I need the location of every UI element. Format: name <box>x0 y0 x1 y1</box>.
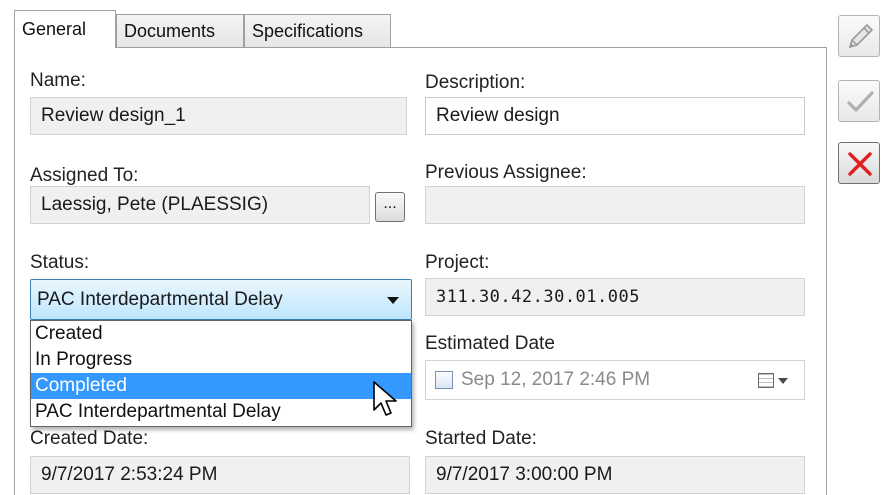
browse-assignee-button[interactable]: ... <box>375 192 405 222</box>
description-field[interactable]: Review design <box>425 97 805 135</box>
previous-assignee-label: Previous Assignee: <box>425 162 587 183</box>
red-x-icon <box>848 152 872 176</box>
edit-button[interactable] <box>838 15 880 57</box>
created-date-label: Created Date: <box>30 428 149 449</box>
assigned-to-label: Assigned To: <box>30 165 139 186</box>
calendar-dropdown-arrow-icon[interactable] <box>778 378 788 384</box>
started-date-label: Started Date: <box>425 428 537 449</box>
status-selected-value: PAC Interdepartmental Delay <box>37 289 283 310</box>
status-option-in-progress[interactable]: In Progress <box>31 347 411 373</box>
checkmark-icon <box>847 91 874 112</box>
confirm-button[interactable] <box>838 80 880 122</box>
started-date-field[interactable]: 9/7/2017 3:00:00 PM <box>425 456 805 494</box>
tab-general[interactable]: General <box>14 10 116 48</box>
previous-assignee-field[interactable] <box>425 186 805 224</box>
project-label: Project: <box>425 252 490 273</box>
description-label: Description: <box>425 72 526 93</box>
assigned-to-field[interactable]: Laessig, Pete (PLAESSIG) <box>30 186 370 224</box>
chevron-down-icon[interactable] <box>387 297 399 304</box>
tab-specifications[interactable]: Specifications <box>244 14 391 47</box>
status-option-pac-interdepartmental-delay[interactable]: PAC Interdepartmental Delay <box>31 399 411 425</box>
project-field[interactable]: 311.30.42.30.01.005 <box>425 278 805 316</box>
status-dropdown-list[interactable]: Created In Progress Completed PAC Interd… <box>30 320 412 427</box>
pencil-icon <box>848 23 874 49</box>
status-combobox[interactable]: PAC Interdepartmental Delay <box>30 279 412 320</box>
estimated-date-picker[interactable]: Sep 12, 2017 2:46 PM <box>425 360 805 400</box>
cancel-button[interactable] <box>838 142 880 184</box>
status-option-completed[interactable]: Completed <box>31 373 411 399</box>
status-label: Status: <box>30 252 90 273</box>
tab-documents[interactable]: Documents <box>116 14 244 47</box>
status-option-created[interactable]: Created <box>31 321 411 347</box>
name-field[interactable]: Review design_1 <box>30 97 407 135</box>
estimated-date-value: Sep 12, 2017 2:46 PM <box>461 369 651 390</box>
created-date-field[interactable]: 9/7/2017 2:53:24 PM <box>30 456 410 494</box>
mouse-cursor-icon <box>373 381 397 416</box>
estimated-date-checkbox[interactable] <box>435 371 453 389</box>
name-label: Name: <box>30 70 86 91</box>
estimated-date-label: Estimated Date <box>425 333 555 354</box>
calendar-icon[interactable] <box>758 373 774 388</box>
